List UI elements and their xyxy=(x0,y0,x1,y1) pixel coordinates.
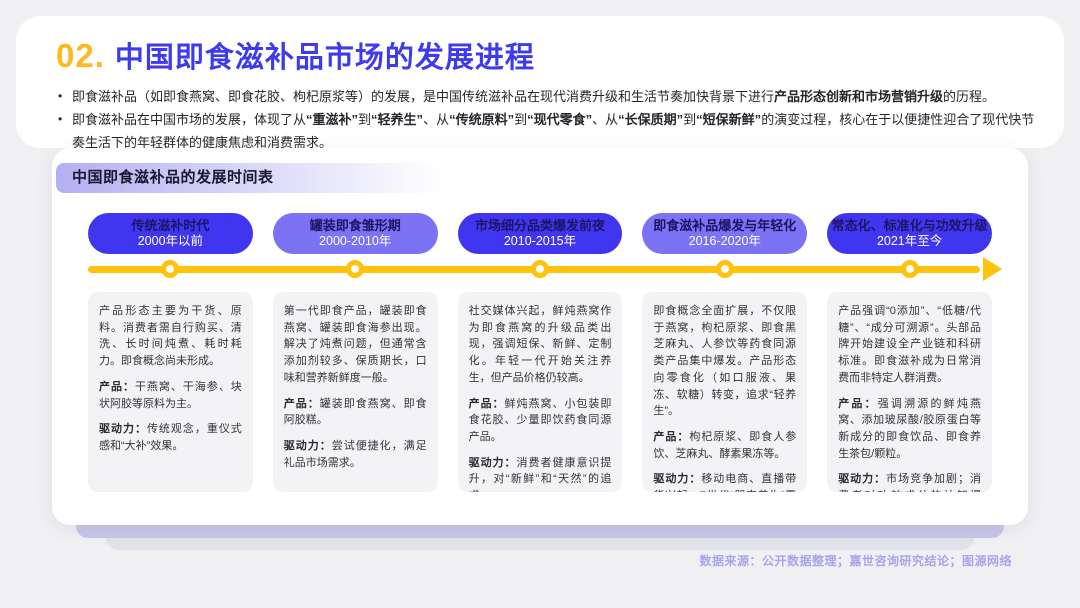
page-title-row: 02. 中国即食滋补品市场的发展进程 xyxy=(56,34,1064,76)
stage-details-row: 产品形态主要为干货、原料。消费者需自行购买、清洗、长时间炖煮、耗时耗力。即食概念… xyxy=(88,292,992,492)
stage-period: 2000-2010年 xyxy=(319,234,391,249)
timeline-node-icon xyxy=(901,260,919,278)
stage-period: 2000年以前 xyxy=(138,234,203,249)
stage-detail-paragraph: 社交媒体兴起，鲜炖燕窝作为即食燕窝的升级品类出现，强调短保、新鲜、定制化。年轻一… xyxy=(469,303,612,387)
stage-period: 2016-2020年 xyxy=(689,234,761,249)
stage-detail-box: 产品形态主要为干货、原料。消费者需自行购买、清洗、长时间炖煮、耗时耗力。即食概念… xyxy=(88,292,253,492)
timeline-card-title: 中国即食滋补品的发展时间表 xyxy=(56,163,476,193)
timeline-node-icon xyxy=(716,260,734,278)
intro-bullet: 即食滋补品（如即食燕窝、即食花胶、枸杞原浆等）的发展，是中国传统滋补品在现代消费… xyxy=(56,86,1036,109)
timeline xyxy=(88,257,1006,281)
stage-detail-paragraph: 产品：枸杞原浆、即食人参饮、芝麻丸、酵素果冻等。 xyxy=(653,429,796,462)
stage-detail-paragraph: 产品：鲜炖燕窝、小包装即食花胶、少量即饮药食同源产品。 xyxy=(469,396,612,446)
stage-name: 即食滋补品爆发与年轻化 xyxy=(653,218,796,234)
timeline-node-cell xyxy=(88,257,253,281)
stage-name: 常态化、标准化与功效升级 xyxy=(832,218,988,234)
stage-pill: 市场细分品类爆发前夜2010-2015年 xyxy=(458,213,623,254)
stage-detail-paragraph: 驱动力：移动电商、直播带货兴起；Z世代“朋克养生”需求爆发。 xyxy=(653,471,796,492)
stage-detail-paragraph: 驱动力：传统观念，重仪式感和“大补”效果。 xyxy=(99,421,242,454)
stage-detail-paragraph: 产品：强调溯源的鲜炖燕窝、添加玻尿酸/胶原蛋白等新成分的即食饮品、即食养生茶包/… xyxy=(838,396,981,463)
page-title: 中国即食滋补品市场的发展进程 xyxy=(115,34,535,76)
stage-detail-paragraph: 产品强调“0添加”、“低糖/代糖”、“成分可溯源”。头部品牌开始建设全产业链和科… xyxy=(838,303,981,387)
stage-detail-paragraph: 第一代即食产品，罐装即食燕窝、罐装即食海参出现。解决了炖煮问题，但通常含添加剂较… xyxy=(284,303,427,387)
stage-name: 罐装即食雏形期 xyxy=(310,218,401,234)
intro-bullet-list: 即食滋补品（如即食燕窝、即食花胶、枸杞原浆等）的发展，是中国传统滋补品在现代消费… xyxy=(56,86,1036,154)
section-number: 02. xyxy=(56,37,105,75)
stage-detail-paragraph: 即食概念全面扩展，不仅限于燕窝，枸杞原浆、即食黑芝麻丸、人参饮等药食同源类产品集… xyxy=(653,303,796,420)
stage-name: 市场细分品类爆发前夜 xyxy=(475,218,605,234)
stage-detail-paragraph: 产品形态主要为干货、原料。消费者需自行购买、清洗、长时间炖煮、耗时耗力。即食概念… xyxy=(99,303,242,370)
title-panel: 02. 中国即食滋补品市场的发展进程 即食滋补品（如即食燕窝、即食花胶、枸杞原浆… xyxy=(16,16,1064,148)
data-source-note: 数据来源：公开数据整理；嘉世咨询研究结论；图源网络 xyxy=(699,552,1012,569)
stage-period: 2010-2015年 xyxy=(504,234,576,249)
stage-pill: 常态化、标准化与功效升级2021年至今 xyxy=(827,213,992,254)
stage-detail-box: 社交媒体兴起，鲜炖燕窝作为即食燕窝的升级品类出现，强调短保、新鲜、定制化。年轻一… xyxy=(458,292,623,492)
stage-detail-paragraph: 驱动力：市场竞争加剧；消费者对功效成分的认知提高；国家对食品安全和溯源监管加强。 xyxy=(838,471,981,492)
stage-name: 传统滋补时代 xyxy=(131,218,209,234)
timeline-node-cell xyxy=(827,257,992,281)
timeline-node-cell xyxy=(642,257,807,281)
stage-detail-paragraph: 驱动力：消费者健康意识提升，对“新鲜”和“天然”的追求。 xyxy=(469,455,612,492)
stage-pill: 罐装即食雏形期2000-2010年 xyxy=(273,213,438,254)
timeline-card: 中国即食滋补品的发展时间表 传统滋补时代2000年以前罐装即食雏形期2000-2… xyxy=(52,148,1028,525)
timeline-node-icon xyxy=(531,260,549,278)
timeline-nodes-row xyxy=(88,257,992,281)
stage-detail-box: 产品强调“0添加”、“低糖/代糖”、“成分可溯源”。头部品牌开始建设全产业链和科… xyxy=(827,292,992,492)
stage-detail-box: 第一代即食产品，罐装即食燕窝、罐装即食海参出现。解决了炖煮问题，但通常含添加剂较… xyxy=(273,292,438,492)
timeline-node-icon xyxy=(346,260,364,278)
stage-detail-paragraph: 驱动力：尝试便捷化，满足礼品市场需求。 xyxy=(284,438,427,471)
stage-pills-row: 传统滋补时代2000年以前罐装即食雏形期2000-2010年市场细分品类爆发前夜… xyxy=(88,213,992,254)
stage-pill: 传统滋补时代2000年以前 xyxy=(88,213,253,254)
stage-detail-paragraph: 产品：干燕窝、干海参、块状阿胶等原料为主。 xyxy=(99,379,242,412)
timeline-node-cell xyxy=(273,257,438,281)
stage-pill: 即食滋补品爆发与年轻化2016-2020年 xyxy=(642,213,807,254)
stage-detail-paragraph: 产品：罐装即食燕窝、即食阿胶糕。 xyxy=(284,396,427,429)
timeline-node-icon xyxy=(161,260,179,278)
timeline-node-cell xyxy=(458,257,623,281)
stage-detail-box: 即食概念全面扩展，不仅限于燕窝，枸杞原浆、即食黑芝麻丸、人参饮等药食同源类产品集… xyxy=(642,292,807,492)
stage-period: 2021年至今 xyxy=(877,234,942,249)
